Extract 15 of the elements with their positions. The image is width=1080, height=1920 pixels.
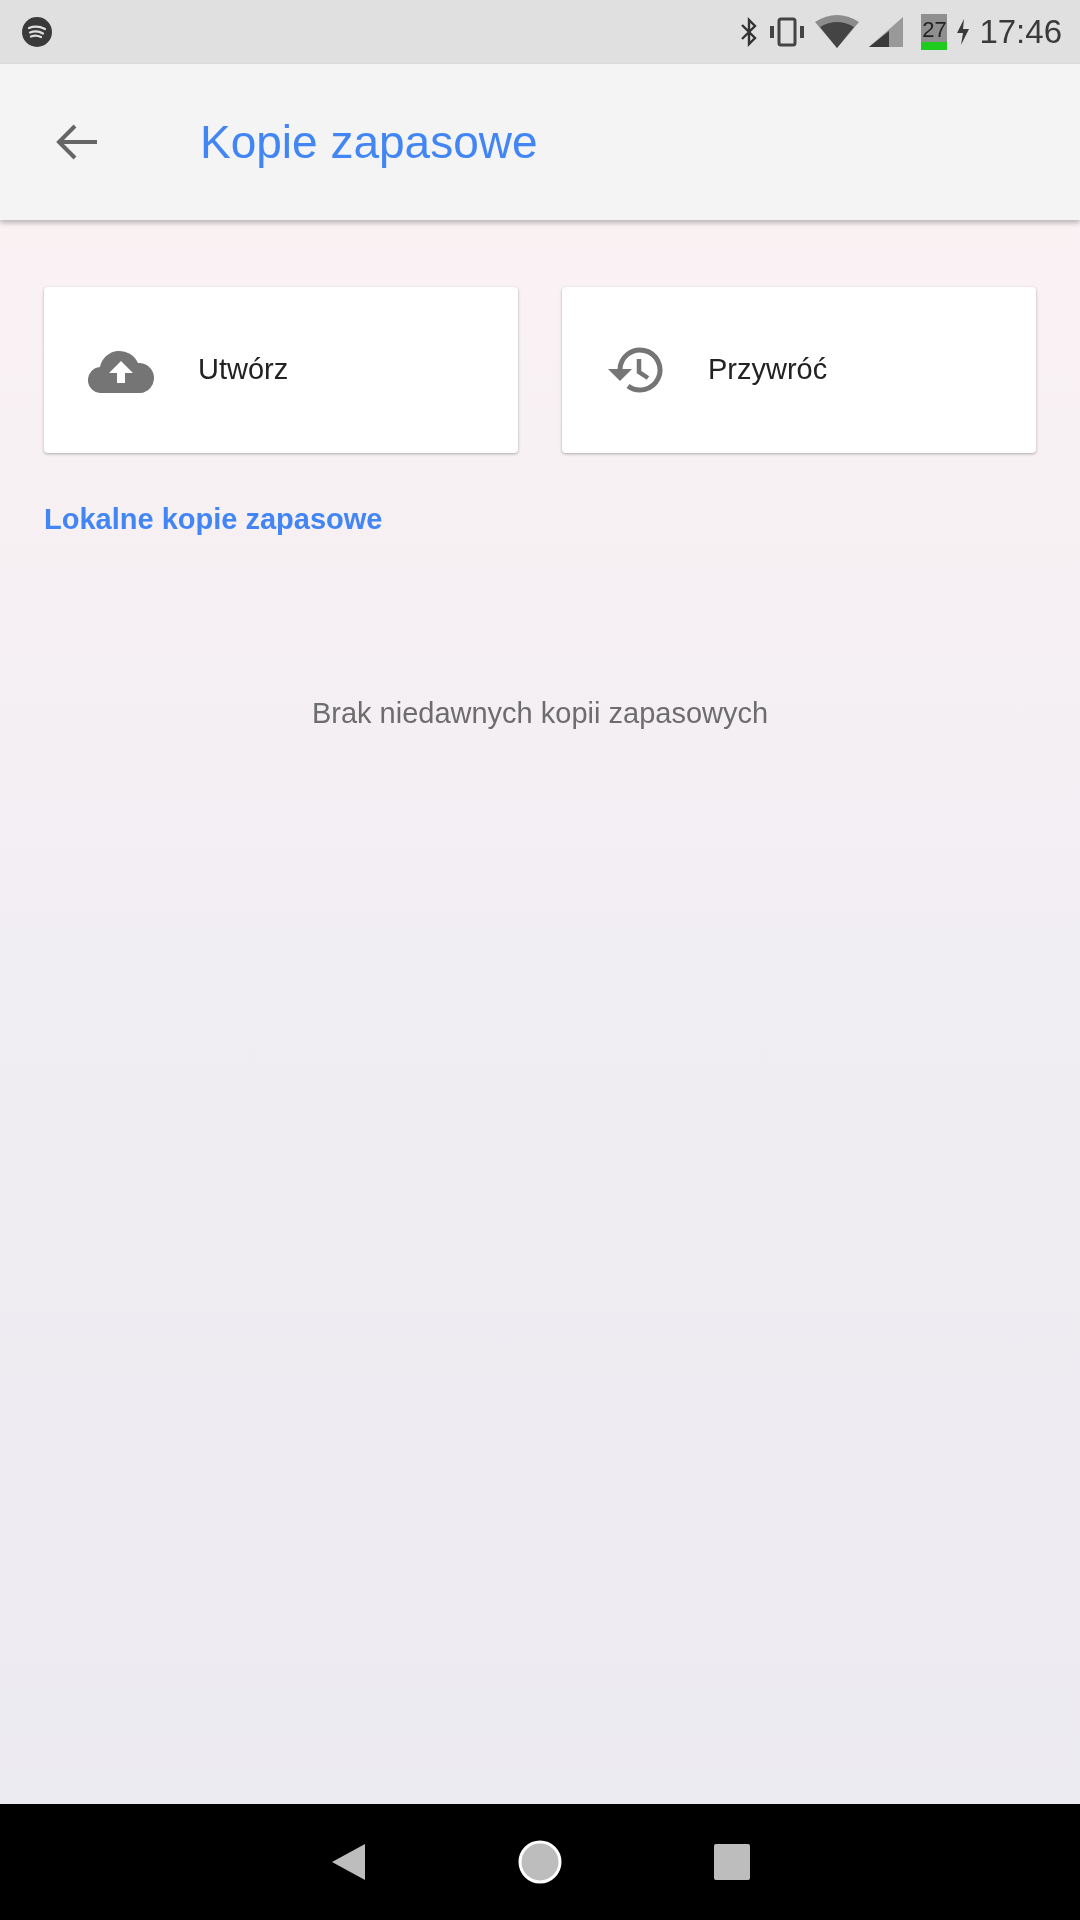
spotify-icon — [22, 17, 52, 47]
charging-icon — [955, 17, 972, 47]
back-arrow-icon — [55, 124, 99, 160]
battery-percent: 27 — [922, 19, 947, 41]
signal-icon — [867, 15, 906, 49]
battery-fill — [921, 42, 948, 50]
empty-message: Brak niedawnych kopii zapasowych — [310, 695, 770, 731]
recents-nav-button[interactable] — [713, 1843, 751, 1881]
status-time: 17:46 — [979, 12, 1062, 53]
restore-button[interactable]: Przywróć — [562, 287, 1036, 453]
create-backup-button[interactable]: Utwórz — [44, 287, 518, 453]
home-nav-button[interactable] — [517, 1839, 563, 1885]
history-icon — [606, 345, 664, 395]
wifi-icon — [815, 14, 860, 50]
page-title: Kopie zapasowe — [200, 114, 538, 170]
